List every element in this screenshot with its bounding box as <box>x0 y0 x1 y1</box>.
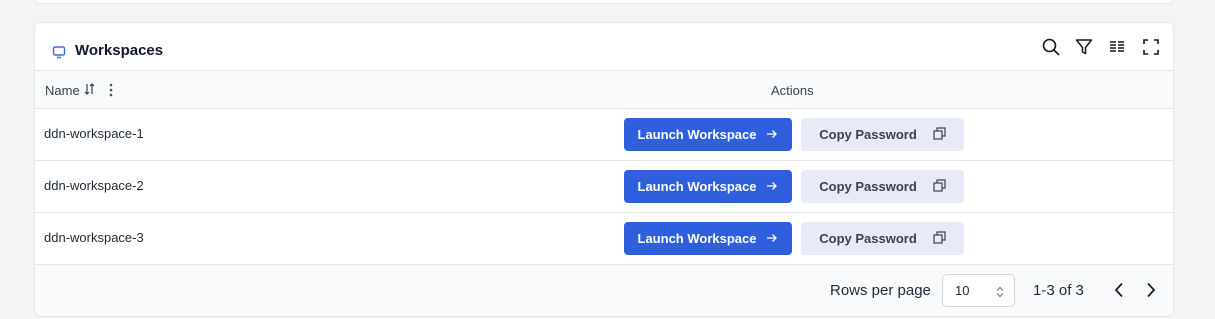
column-header-actions: Actions <box>771 83 814 98</box>
rows-per-page-label: Rows per page <box>830 282 931 299</box>
workspace-name: ddn-workspace-2 <box>44 178 144 193</box>
copy-password-label: Copy Password <box>819 179 917 194</box>
column-header-name-label: Name <box>45 83 80 98</box>
column-header-name[interactable]: Name <box>45 83 95 98</box>
copy-password-button[interactable]: Copy Password <box>801 118 964 151</box>
columns-icon[interactable] <box>1107 37 1127 57</box>
rows-per-page-value: 10 <box>955 283 970 298</box>
copy-icon <box>933 126 946 143</box>
previous-page-button[interactable] <box>1111 281 1127 299</box>
pagination-bar: Rows per page 10 1-3 of 3 <box>35 265 1173 316</box>
table-row: ddn-workspace-1 Launch Workspace Copy Pa… <box>35 109 1173 161</box>
table-header: Name Actions <box>35 71 1173 109</box>
previous-panel <box>34 0 1174 4</box>
workspace-name: ddn-workspace-1 <box>44 126 144 141</box>
fullscreen-icon[interactable] <box>1141 37 1161 57</box>
arrow-right-icon <box>766 179 778 194</box>
launch-workspace-label: Launch Workspace <box>637 179 757 194</box>
sort-icon[interactable] <box>84 83 95 98</box>
rows-per-page-select[interactable]: 10 <box>942 274 1015 307</box>
search-icon[interactable] <box>1041 37 1061 57</box>
arrow-right-icon <box>766 127 778 142</box>
copy-password-button[interactable]: Copy Password <box>801 170 964 203</box>
copy-password-label: Copy Password <box>819 127 917 142</box>
launch-workspace-label: Launch Workspace <box>637 127 757 142</box>
monitor-icon <box>52 45 66 59</box>
arrow-right-icon <box>766 231 778 246</box>
next-page-button[interactable] <box>1143 281 1159 299</box>
panel-title: Workspaces <box>75 42 164 59</box>
copy-password-label: Copy Password <box>819 231 917 246</box>
table-row: ddn-workspace-2 Launch Workspace Copy Pa… <box>35 161 1173 213</box>
column-menu-icon[interactable] <box>105 82 117 98</box>
workspace-name: ddn-workspace-3 <box>44 230 144 245</box>
filter-icon[interactable] <box>1074 37 1094 57</box>
copy-password-button[interactable]: Copy Password <box>801 222 964 255</box>
table-row: ddn-workspace-3 Launch Workspace Copy Pa… <box>35 213 1173 265</box>
page-range: 1-3 of 3 <box>1033 282 1084 299</box>
copy-icon <box>933 178 946 195</box>
launch-workspace-label: Launch Workspace <box>637 231 757 246</box>
copy-icon <box>933 230 946 247</box>
select-arrows-icon <box>996 285 1004 298</box>
launch-workspace-button[interactable]: Launch Workspace <box>624 222 792 255</box>
launch-workspace-button[interactable]: Launch Workspace <box>624 118 792 151</box>
launch-workspace-button[interactable]: Launch Workspace <box>624 170 792 203</box>
panel-header: Workspaces <box>35 23 1173 71</box>
workspaces-panel: Workspaces Name Actions ddn-workspace-1 … <box>34 22 1174 317</box>
